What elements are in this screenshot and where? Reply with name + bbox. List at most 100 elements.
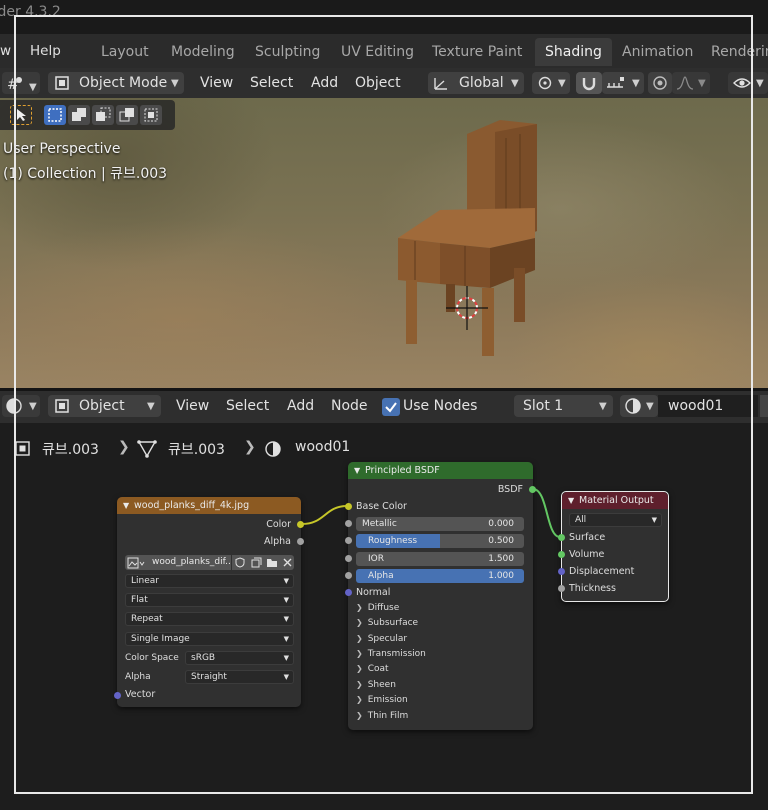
interpolation-dropdown[interactable]: Linear ▼ [125,574,294,588]
proportional-edit-toggle[interactable] [648,72,672,94]
select-intersect-icon [144,108,158,122]
vector-input-socket[interactable] [114,692,121,699]
metallic-input-socket[interactable] [345,520,352,527]
panel-emission[interactable]: ❯ Emission [356,695,408,705]
base-color-input-socket[interactable] [345,503,352,510]
panel-diffuse[interactable]: ❯ Diffuse [356,603,399,613]
duplicate-image-button[interactable] [248,555,264,570]
panel-coat[interactable]: ❯ Coat [356,664,389,674]
ior-input-socket[interactable] [345,555,352,562]
image-texture-node[interactable]: ▼ wood_planks_diff_4k.jpg Color Alpha wo… [114,497,304,707]
alpha-value: 1.000 [488,571,514,581]
pivot-point-dropdown[interactable]: ▼ [532,72,570,94]
roughness-slider[interactable]: Roughness 0.500 [356,534,524,548]
displacement-input-socket[interactable] [558,568,565,575]
panel-thin-film[interactable]: ❯ Thin Film [356,711,408,721]
menu-window[interactable]: w [0,41,11,61]
grid-icon: # [7,77,22,91]
fake-user-button[interactable] [760,395,768,417]
alpha-input-socket[interactable] [345,572,352,579]
surface-input-socket[interactable] [558,534,565,541]
menu-object[interactable]: Object [355,72,401,94]
projection-dropdown[interactable]: Flat ▼ [125,593,294,607]
volume-input-socket[interactable] [558,551,565,558]
image-browse-button[interactable] [125,555,147,570]
color-space-dropdown[interactable]: sRGB ▼ [185,651,294,665]
fake-user-button[interactable] [232,555,248,570]
panel-transmission[interactable]: ❯ Transmission [356,649,426,659]
node-menu-add[interactable]: Add [287,395,314,417]
alpha-output-socket[interactable] [297,538,304,545]
tab-modeling[interactable]: Modeling [161,38,245,66]
image-name-field[interactable]: wood_planks_dif... [147,555,231,570]
collapse-icon[interactable]: ▼ [354,462,360,479]
node-menu-view[interactable]: View [176,395,209,417]
shader-type-dropdown[interactable]: Object ▼ [48,395,161,417]
alpha-slider[interactable]: Alpha 1.000 [356,569,524,583]
metallic-slider[interactable]: Metallic 0.000 [356,517,524,531]
displacement-input-label: Displacement [569,566,635,577]
color-output-socket[interactable] [297,521,304,528]
tab-rendering[interactable]: Rendering [701,38,768,66]
material-browse-button[interactable]: ▼ [620,395,658,417]
menu-select[interactable]: Select [250,72,293,94]
chevron-down-icon: ▼ [646,401,654,412]
snap-target-dropdown[interactable]: ▼ [602,72,644,94]
collapse-icon[interactable]: ▼ [568,492,574,509]
select-new-button[interactable] [44,105,66,125]
node-editor-type-button[interactable]: ▼ [2,395,40,417]
unlink-image-button[interactable] [280,555,294,570]
output-node-header[interactable]: ▼ Material Output [562,492,668,509]
falloff-curve-icon [676,76,694,90]
tab-texture-paint[interactable]: Texture Paint [422,38,532,66]
tab-uv-editing[interactable]: UV Editing [331,38,424,66]
menu-add[interactable]: Add [311,72,338,94]
slot-dropdown[interactable]: Slot 1 ▼ [514,395,613,417]
snap-toggle[interactable] [576,72,602,94]
image-node-header[interactable]: ▼ wood_planks_diff_4k.jpg [117,497,301,514]
menu-help[interactable]: Help [30,41,61,61]
tab-layout[interactable]: Layout [91,38,159,66]
image-source-dropdown[interactable]: Single Image ▼ [125,632,294,646]
panel-sheen[interactable]: ❯ Sheen [356,680,396,690]
select-intersect-button[interactable] [140,105,162,125]
bsdf-node-header[interactable]: ▼ Principled BSDF [348,462,533,479]
ior-field[interactable]: IOR 1.500 [356,552,524,566]
select-extend-button[interactable] [68,105,90,125]
tab-sculpting[interactable]: Sculpting [245,38,330,66]
transform-orientation-dropdown[interactable]: Global ▼ [428,72,524,94]
panel-specular[interactable]: ❯ Specular [356,634,407,644]
select-subtract-button[interactable] [92,105,114,125]
select-invert-button[interactable] [116,105,138,125]
normal-input-socket[interactable] [345,589,352,596]
select-tool-button[interactable] [10,105,32,125]
material-output-node[interactable]: ▼ Material Output All ▼ Surface Volume Di… [558,491,669,602]
roughness-input-socket[interactable] [345,537,352,544]
chevron-down-icon: ▼ [147,401,155,412]
tab-shading[interactable]: Shading [535,38,612,66]
chevron-down-icon: ▼ [283,673,289,681]
thickness-input-socket[interactable] [558,585,565,592]
use-nodes-checkbox[interactable] [382,398,400,416]
viewport-collection-label: (1) Collection | 큐브.003 [3,166,168,182]
select-box-icon [48,108,62,122]
visibility-dropdown[interactable]: ▼ [728,72,768,94]
tab-animation[interactable]: Animation [612,38,703,66]
falloff-dropdown[interactable]: ▼ [672,72,710,94]
bsdf-output-socket[interactable] [529,486,536,493]
image-node-title: wood_planks_diff_4k.jpg [134,500,250,511]
alpha-mode-dropdown[interactable]: Straight ▼ [185,670,294,684]
node-menu-node[interactable]: Node [331,395,368,417]
panel-subsurface[interactable]: ❯ Subsurface [356,618,418,628]
editor-type-button[interactable]: # ▼ [2,72,40,94]
node-menu-select[interactable]: Select [226,395,269,417]
principled-bsdf-node[interactable]: ▼ Principled BSDF BSDF Base Color Metall… [345,462,536,730]
collapse-icon[interactable]: ▼ [123,497,129,514]
open-image-button[interactable] [264,555,280,570]
selection-tool-strip [0,100,175,130]
material-name-field[interactable]: wood01 [658,395,758,417]
mode-dropdown[interactable]: Object Mode ▼ [48,72,184,94]
render-target-dropdown[interactable]: All ▼ [569,513,662,527]
extension-dropdown[interactable]: Repeat ▼ [125,612,294,626]
menu-view[interactable]: View [200,72,233,94]
